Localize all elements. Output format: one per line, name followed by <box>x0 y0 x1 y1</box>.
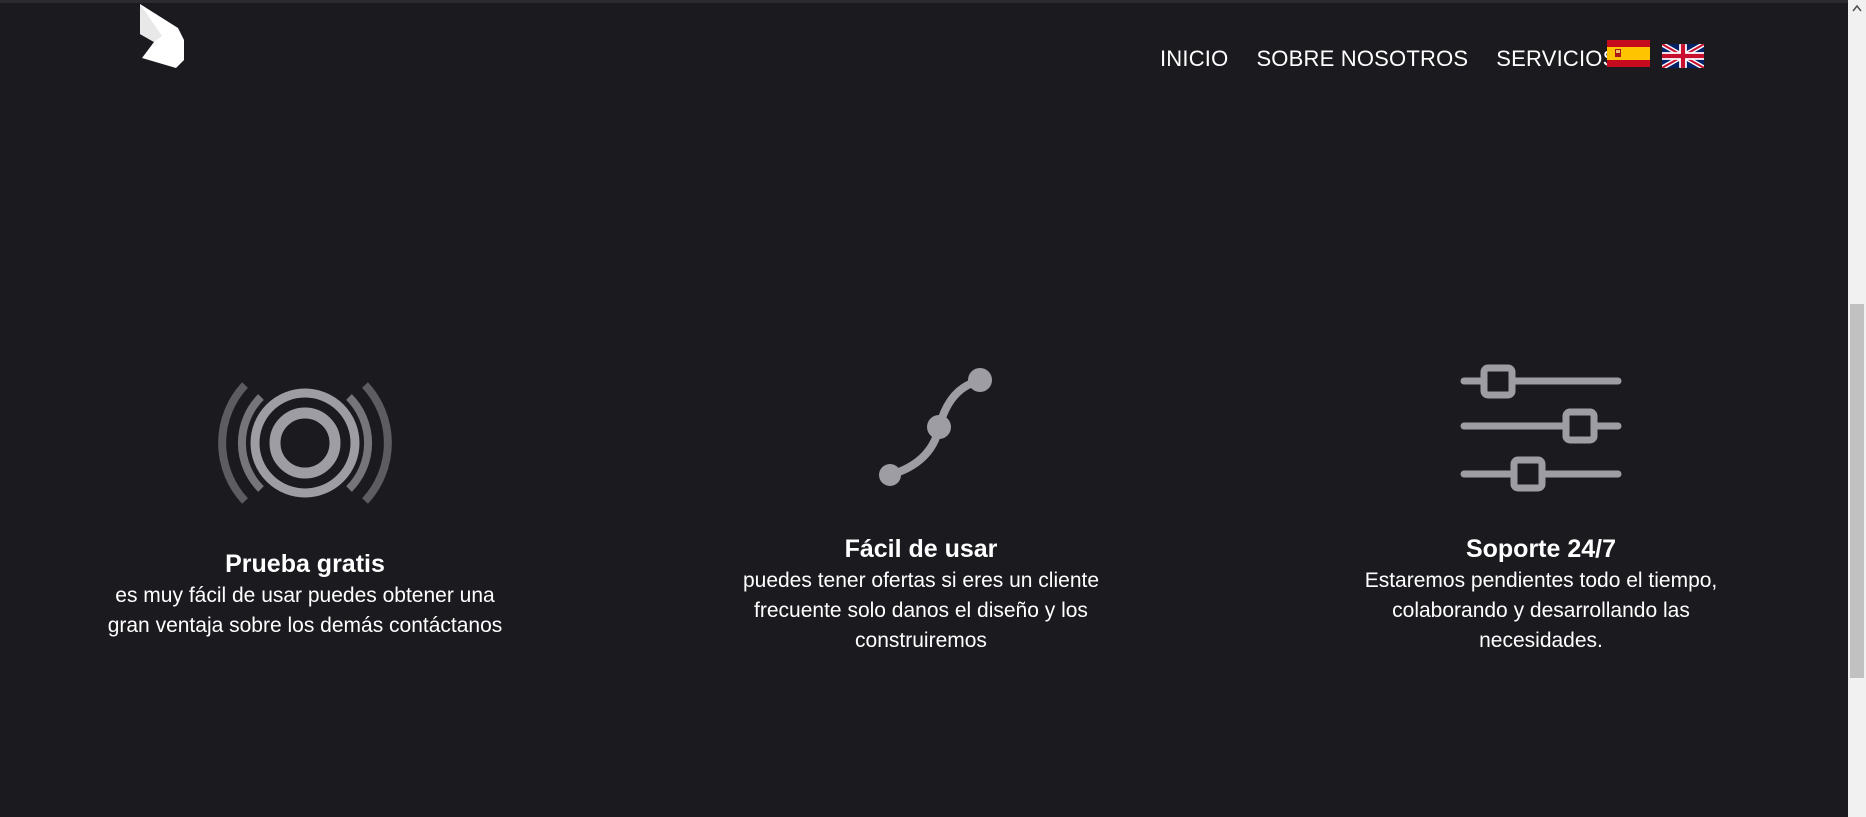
uk-flag-icon[interactable] <box>1662 44 1704 68</box>
feature-description: es muy fácil de usar puedes obtener una … <box>95 581 515 641</box>
feature-title: Soporte 24/7 <box>1465 535 1617 563</box>
nav-inicio[interactable]: INICIO <box>1160 46 1228 72</box>
nav-sobre-nosotros[interactable]: SOBRE NOSOTROS <box>1256 46 1468 72</box>
feature-description-line: construiremos <box>855 629 987 652</box>
spain-flag-icon[interactable] <box>1607 40 1650 67</box>
feature-description: Estaremos pendientes todo el tiempo, col… <box>1331 566 1751 656</box>
feature-description-line: frecuente solo danos el diseño y los <box>754 599 1088 622</box>
scrollbar-thumb[interactable] <box>1850 304 1864 678</box>
main-nav: INICIO SOBRE NOSOTROS SERVICIOS <box>1160 44 1646 74</box>
top-divider <box>0 0 1848 3</box>
feature-description-line: puedes tener ofertas si eres un cliente <box>742 569 1100 592</box>
feature-description-line: necesidades. <box>1479 629 1603 652</box>
scroll-up-arrow-icon[interactable] <box>1852 4 1862 12</box>
feature-description-line: colaborando y desarrollando las <box>1392 599 1690 622</box>
sliders-icon <box>1460 364 1622 492</box>
broadcast-signal-icon <box>218 382 392 504</box>
feature-title: Fácil de usar <box>844 535 998 563</box>
feature-title: Prueba gratis <box>225 550 385 578</box>
nav-servicios[interactable]: SERVICIOS <box>1496 46 1617 72</box>
feature-description-line: es muy fácil de usar puedes obtener una <box>115 584 495 607</box>
page: INICIO SOBRE NOSOTROS SERVICIOS Prueba g… <box>0 0 1866 817</box>
feature-description: puedes tener ofertas si eres un cliente … <box>711 566 1131 656</box>
chevron-logo-icon[interactable] <box>136 2 186 68</box>
vertical-scrollbar[interactable] <box>1848 0 1866 817</box>
feature-description-line: Estaremos pendientes todo el tiempo, <box>1364 569 1718 592</box>
feature-description-line: gran ventaja sobre los demás contáctanos <box>107 614 503 637</box>
curve-nodes-icon <box>879 368 992 486</box>
